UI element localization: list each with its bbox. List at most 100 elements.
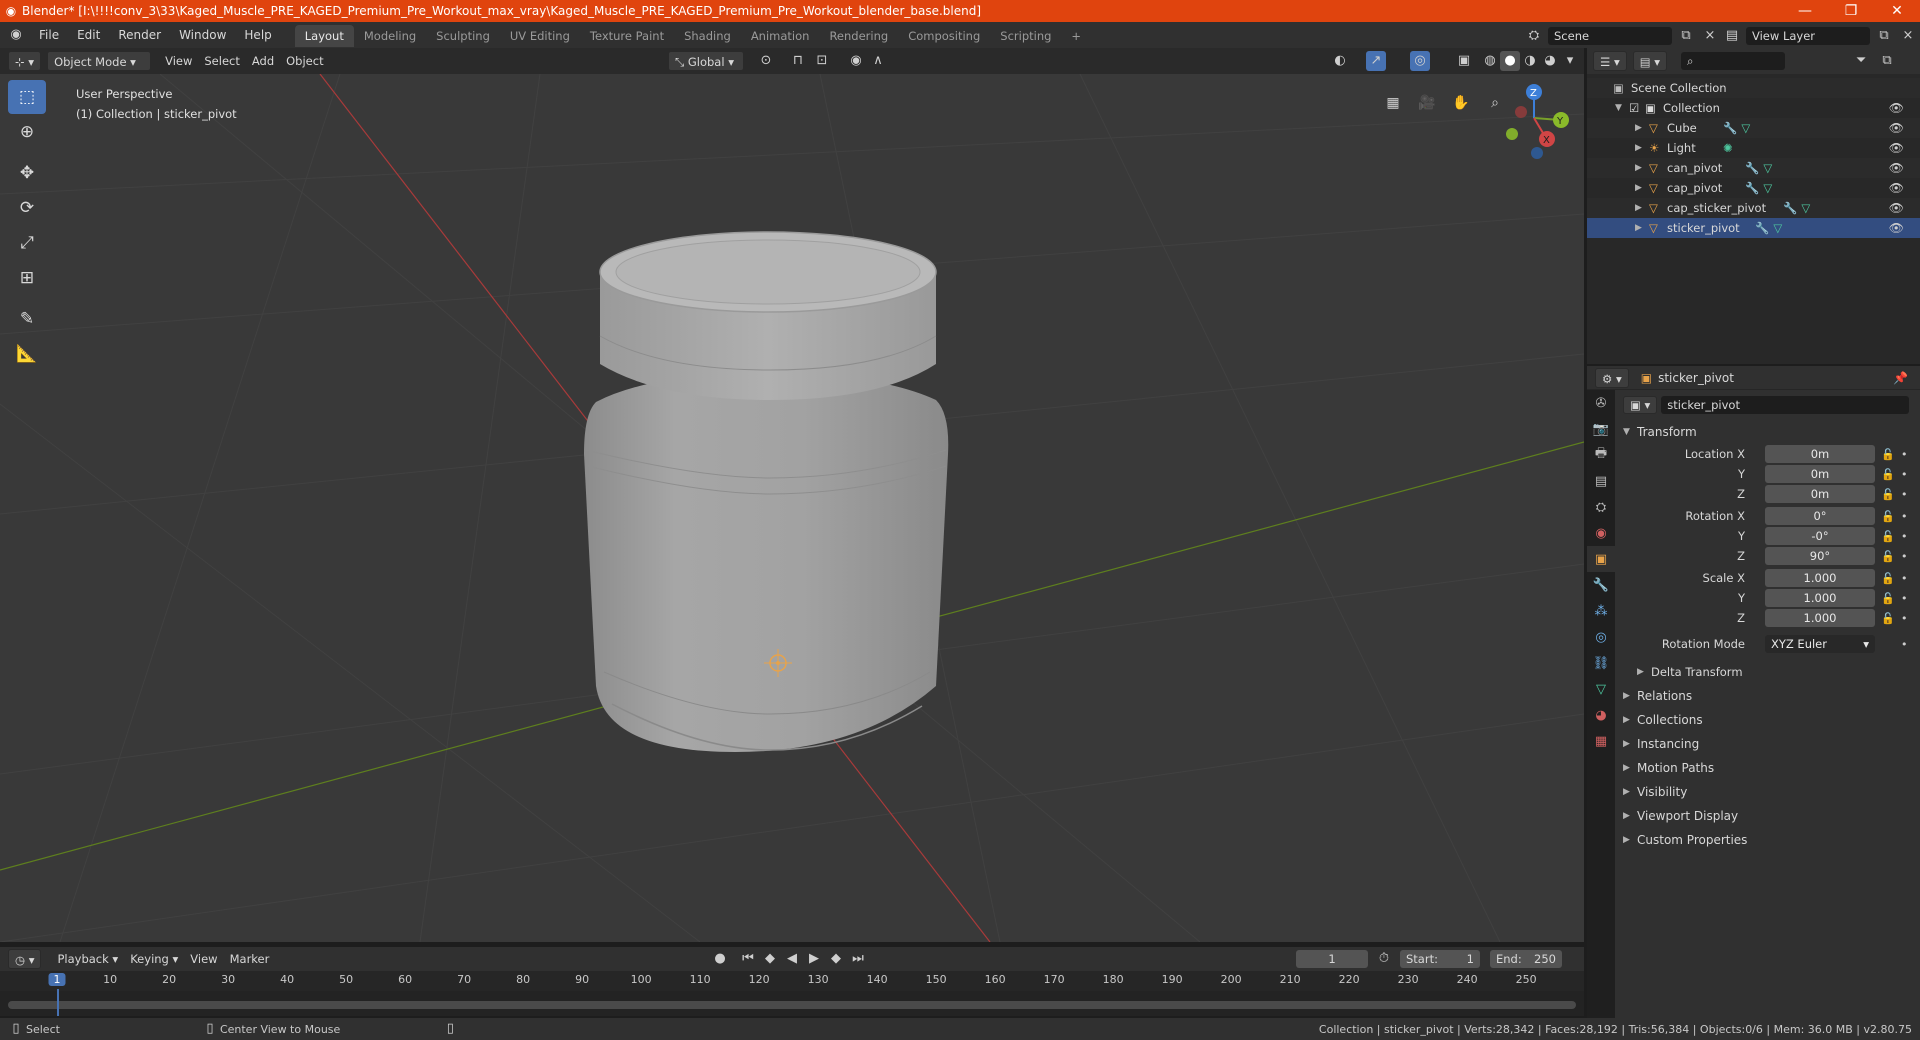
object-mode-dropdown[interactable]: Object Mode ▾ (47, 51, 152, 71)
gizmo-toggle-icon[interactable]: ↗ (1366, 51, 1386, 71)
location-z-field[interactable]: 0m (1765, 485, 1875, 503)
transform-tool[interactable]: ⊞ (8, 261, 46, 295)
visibility-section[interactable]: ▶ Visibility (1617, 780, 1920, 804)
datablock-type-button[interactable]: ▣ ▾ (1623, 396, 1658, 414)
outliner-item[interactable]: ▶ ▽ cap_sticker_pivot 🔧 ▽ 👁 (1587, 198, 1920, 218)
rotation-x-field[interactable]: 0° (1765, 507, 1875, 525)
view-layer-field[interactable]: View Layer (1746, 27, 1870, 45)
scene-field[interactable]: Scene (1548, 27, 1672, 45)
xray-icon[interactable]: ▣ (1454, 51, 1474, 71)
expand-arrow-icon[interactable]: ▶ (1635, 143, 1649, 153)
playback-menu[interactable]: Playback ▾ (51, 949, 124, 969)
keying-menu[interactable]: Keying ▾ (124, 949, 184, 969)
rendered-shading-icon[interactable]: ◕ (1540, 51, 1560, 71)
keyframe-dot-icon[interactable]: • (1901, 638, 1908, 651)
rotation-y-field[interactable]: -0° (1765, 527, 1875, 545)
outliner-editor-type-button[interactable]: ☰ ▾ (1593, 51, 1627, 71)
minimize-button[interactable]: — (1782, 3, 1828, 19)
outliner-item[interactable]: ▶ ▽ Cube 🔧 ▽ 👁 (1587, 118, 1920, 138)
lock-icon[interactable]: 🔓 (1881, 448, 1895, 461)
menu-add[interactable]: Add (246, 51, 280, 71)
frame-ruler[interactable]: 1 10 20 30 40 50 60 70 80 90 100 110 120 130 140 150 160… (0, 971, 1584, 991)
delete-view-layer-icon[interactable]: × (1898, 26, 1918, 46)
proportional-edit-icon[interactable]: ◉ (846, 51, 866, 71)
scale-tool[interactable]: ⤢ (8, 226, 46, 260)
custom-properties-section[interactable]: ▶ Custom Properties (1617, 828, 1920, 852)
expand-arrow-icon[interactable]: ▶ (1635, 123, 1649, 133)
tab-scripting[interactable]: Scripting (990, 25, 1061, 47)
current-frame-marker[interactable]: 1 (48, 973, 66, 986)
menu-window[interactable]: Window (170, 22, 235, 48)
3d-viewport[interactable]: Z Y X ⬚ ⊕ ✥ ⟳ ⤢ ⊞ ✎ 📐 User Perspective (… (0, 74, 1584, 942)
menu-help[interactable]: Help (235, 22, 280, 48)
rotation-mode-dropdown[interactable]: XYZ Euler ▾ (1765, 635, 1875, 653)
outliner-item-selected[interactable]: ▶ ▽ sticker_pivot 🔧 ▽ 👁 (1587, 218, 1920, 238)
keyframe-dot-icon[interactable]: • (1901, 550, 1908, 563)
jump-start-icon[interactable]: ⏮ (738, 949, 758, 969)
output-tab-icon[interactable]: 🖶 (1587, 442, 1615, 468)
expand-arrow-icon[interactable]: ▶ (1635, 163, 1649, 173)
lock-icon[interactable]: 🔓 (1881, 468, 1895, 481)
tab-texture-paint[interactable]: Texture Paint (580, 25, 674, 47)
material-tab-icon[interactable]: ◕ (1587, 702, 1615, 728)
outliner-collection[interactable]: ▼ ☑ ▣ Collection 👁 (1587, 98, 1920, 118)
timeline-editor-type-button[interactable]: ◷ ▾ (8, 949, 42, 969)
material-shading-icon[interactable]: ◑ (1520, 51, 1540, 71)
delete-scene-icon[interactable]: × (1700, 26, 1720, 46)
instancing-section[interactable]: ▶ Instancing (1617, 732, 1920, 756)
lock-icon[interactable]: 🔓 (1881, 488, 1895, 501)
new-collection-icon[interactable]: ⧉ (1877, 51, 1897, 71)
tab-rendering[interactable]: Rendering (819, 25, 898, 47)
outliner-item[interactable]: ▶ ▽ can_pivot 🔧 ▽ 👁 (1587, 158, 1920, 178)
lock-icon[interactable]: 🔓 (1881, 510, 1895, 523)
particles-tab-icon[interactable]: ⁂ (1587, 598, 1615, 624)
shading-options-icon[interactable]: ▾ (1560, 51, 1580, 71)
outliner-item[interactable]: ▶ ▽ cap_pivot 🔧 ▽ 👁 (1587, 178, 1920, 198)
play-reverse-icon[interactable]: ◀ (782, 949, 802, 969)
scale-y-field[interactable]: 1.000 (1765, 589, 1875, 607)
measure-tool[interactable]: 📐 (8, 337, 46, 371)
eye-icon[interactable]: 👁 (1889, 161, 1904, 175)
falloff-icon[interactable]: ∧ (868, 51, 888, 71)
menu-select[interactable]: Select (198, 51, 245, 71)
scale-x-field[interactable]: 1.000 (1765, 569, 1875, 587)
constraints-tab-icon[interactable]: ⛓ (1587, 650, 1615, 676)
menu-file[interactable]: File (30, 22, 68, 48)
jump-end-icon[interactable]: ⏭ (848, 949, 868, 969)
editor-type-button[interactable]: ⊹ ▾ (8, 51, 42, 71)
lock-icon[interactable]: 🔓 (1881, 572, 1895, 585)
delta-transform-section[interactable]: ▶ Delta Transform (1617, 660, 1920, 684)
transform-orientation-dropdown[interactable]: ⤡ Global ▾ (668, 51, 744, 71)
checkbox-icon[interactable]: ☑ (1629, 101, 1645, 115)
eye-icon[interactable]: 👁 (1889, 181, 1904, 195)
timeline-view-menu[interactable]: View (184, 949, 223, 969)
scene-icon[interactable]: ⛭ (1524, 26, 1544, 46)
lock-icon[interactable]: 🔓 (1881, 612, 1895, 625)
menu-view[interactable]: View (159, 51, 198, 71)
lock-icon[interactable]: 🔓 (1881, 550, 1895, 563)
keyframe-dot-icon[interactable]: • (1901, 468, 1908, 481)
filter-icon[interactable]: ⏷ (1851, 51, 1871, 71)
current-frame-field[interactable]: 1 (1296, 950, 1368, 968)
keyframe-dot-icon[interactable]: • (1901, 448, 1908, 461)
select-box-tool[interactable]: ⬚ (8, 80, 46, 114)
annotate-tool[interactable]: ✎ (8, 302, 46, 336)
snap-target-icon[interactable]: ⊡ (812, 51, 832, 71)
overlays-toggle-icon[interactable]: ◎ (1410, 51, 1430, 71)
tab-shading[interactable]: Shading (674, 25, 741, 47)
location-y-field[interactable]: 0m (1765, 465, 1875, 483)
outliner-scene-collection[interactable]: ▣ Scene Collection (1587, 78, 1920, 98)
keyframe-dot-icon[interactable]: • (1901, 612, 1908, 625)
scene-tab-icon[interactable]: ⛭ (1587, 494, 1615, 520)
expand-arrow-icon[interactable]: ▶ (1635, 203, 1649, 213)
rotation-z-field[interactable]: 90° (1765, 547, 1875, 565)
keyframe-dot-icon[interactable]: • (1901, 592, 1908, 605)
eye-icon[interactable]: 👁 (1889, 201, 1904, 215)
eye-icon[interactable]: 👁 (1889, 141, 1904, 155)
properties-editor-type-button[interactable]: ⚙ ▾ (1595, 367, 1629, 388)
wireframe-shading-icon[interactable]: ◍ (1480, 51, 1500, 71)
eye-icon[interactable]: 👁 (1889, 121, 1904, 135)
eye-icon[interactable]: 👁 (1889, 101, 1904, 115)
pivot-point-icon[interactable]: ⊙ (756, 51, 776, 71)
cursor-tool[interactable]: ⊕ (8, 115, 46, 149)
